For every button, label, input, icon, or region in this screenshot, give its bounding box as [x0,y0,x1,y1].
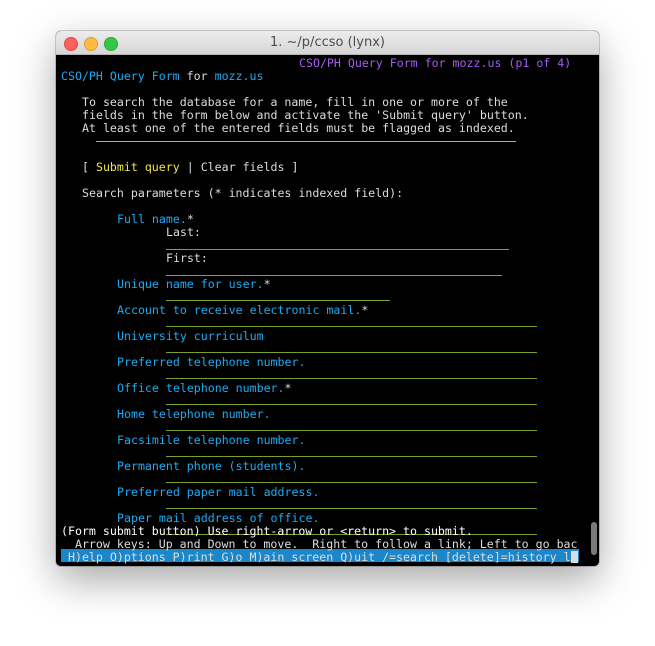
form-title: CSO/PH Query Form [61,69,180,83]
unique-name-input[interactable] [166,300,390,301]
preferred-mail-input[interactable] [166,508,537,509]
indexed-marker: * [284,381,292,395]
curriculum-label: University curriculum [117,329,264,343]
home-phone-input[interactable] [166,430,537,431]
open-bracket: [ [82,160,89,174]
fax-input[interactable] [166,456,537,457]
page-indicator: CSO/PH Query Form for mozz.us (p1 of 4) [299,56,572,70]
full-name-text: Full name. [117,212,187,226]
indexed-marker: * [186,212,194,226]
unique-name-label: Unique name for user.* [117,278,271,291]
form-heading: CSO/PH Query Form for mozz.us [61,70,263,83]
submit-query-button[interactable]: Submit query [96,160,180,174]
home-phone-label: Home telephone number. [117,407,271,421]
preferred-phone-label: Preferred telephone number. [117,355,306,369]
first-name-input[interactable] [166,275,502,276]
last-name-label: Last: [166,225,201,239]
preferred-mail-label: Preferred paper mail address. [117,485,320,499]
title-bar: 1. ~/p/ccso (lynx) [56,31,599,55]
permanent-phone-label: Permanent phone (students). [117,459,306,473]
unique-name-text: Unique name for user. [117,277,264,291]
office-phone-text: Office telephone number. [117,381,285,395]
email-text: Account to receive electronic mail. [117,303,362,317]
command-help-line: H)elp O)ptions P)rint G)o M)ain screen Q… [61,551,578,564]
terminal-cursor [570,551,578,563]
office-phone-input[interactable] [166,404,537,405]
curriculum-input[interactable] [166,352,537,353]
search-params-label: Search parameters (* indicates indexed f… [82,186,404,200]
office-phone-label: Office telephone number.* [117,382,292,395]
terminal-content: CSO/PH Query Form for mozz.us (p1 of 4) … [56,55,599,566]
scrollbar-thumb[interactable] [591,522,597,555]
email-label: Account to receive electronic mail.* [117,304,368,317]
action-separator: | [186,160,194,174]
indexed-marker: * [263,277,271,291]
preferred-phone-input[interactable] [166,378,537,379]
for-text: for [186,69,208,83]
terminal-window: 1. ~/p/ccso (lynx) CSO/PH Query Form for… [56,31,599,566]
fax-label: Facsimile telephone number. [117,433,306,447]
close-bracket: ] [291,160,299,174]
indexed-marker: * [361,303,369,317]
horizontal-rule [96,141,516,142]
form-actions: [ Submit query | Clear fields ] [82,161,298,174]
clear-fields-button[interactable]: Clear fields [201,160,285,174]
permanent-phone-input[interactable] [166,482,537,483]
window-title: 1. ~/p/ccso (lynx) [270,35,385,50]
email-input[interactable] [166,326,537,327]
last-name-input[interactable] [166,249,509,250]
host-link[interactable]: mozz.us [215,69,264,83]
intro-line-3: At least one of the entered fields must … [82,121,515,135]
command-help-text: H)elp O)ptions P)rint G)o M)ain screen Q… [61,550,571,564]
first-name-label: First: [166,251,208,265]
